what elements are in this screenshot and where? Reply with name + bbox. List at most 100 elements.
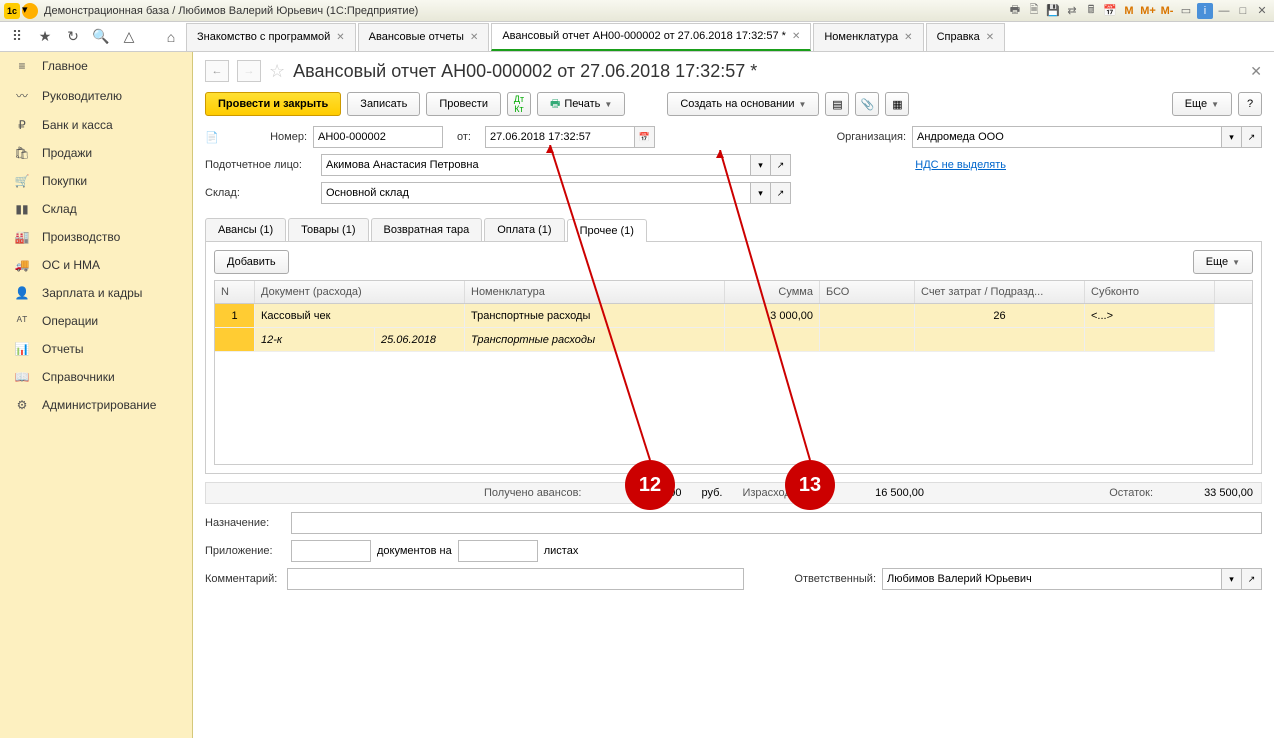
print-button[interactable]: 🖶Печать▼ <box>537 92 625 116</box>
calendar-button[interactable]: 📅 <box>635 126 655 148</box>
help-icon[interactable]: i <box>1197 3 1213 19</box>
write-button[interactable]: Записать <box>347 92 420 116</box>
dkt-icon[interactable]: ДтКт <box>507 92 531 116</box>
comment-field[interactable] <box>287 568 744 590</box>
star-icon[interactable]: ★ <box>32 25 58 49</box>
favorite-star-icon[interactable]: ☆ <box>269 61 285 82</box>
minimize-icon[interactable]: — <box>1216 3 1232 19</box>
list-icon[interactable]: ▦ <box>885 92 909 116</box>
apps-icon[interactable]: ⠿ <box>4 25 30 49</box>
save-icon[interactable]: 💾 <box>1045 3 1061 19</box>
org-field[interactable] <box>912 126 1222 148</box>
sidebar-item-salary[interactable]: 👤Зарплата и кадры <box>0 279 192 307</box>
home-icon[interactable]: ⌂ <box>158 25 184 49</box>
window-title: Демонстрационная база / Любимов Валерий … <box>44 5 1007 17</box>
forward-button[interactable]: → <box>237 60 261 82</box>
attach-docs-field[interactable] <box>291 540 371 562</box>
truck-icon: 🚚 <box>14 258 30 272</box>
back-button[interactable]: ← <box>205 60 229 82</box>
tab-current-doc[interactable]: Авансовый отчет АН00-000002 от 27.06.201… <box>491 23 811 51</box>
close-icon[interactable]: ✕ <box>336 32 344 43</box>
post-button[interactable]: Провести <box>426 92 501 116</box>
tab-advances[interactable]: Авансы (1) <box>205 218 286 241</box>
dropdown-button[interactable]: ▾ <box>751 182 771 204</box>
number-field[interactable] <box>313 126 443 148</box>
sidebar: ≡Главное 〰Руководителю ₽Банк и касса 🛍Пр… <box>0 52 193 738</box>
col-sum[interactable]: Сумма <box>725 281 820 303</box>
m-plus-btn[interactable]: M+ <box>1140 3 1156 19</box>
struct-icon[interactable]: ▤ <box>825 92 849 116</box>
tab-returnable[interactable]: Возвратная тара <box>371 218 483 241</box>
tab-reports[interactable]: Авансовые отчеты✕ <box>358 23 490 51</box>
grid-more-button[interactable]: Еще▼ <box>1193 250 1253 274</box>
open-button[interactable]: ↗ <box>771 182 791 204</box>
date-field[interactable] <box>485 126 635 148</box>
col-n[interactable]: N <box>215 281 255 303</box>
close-doc-button[interactable]: ✕ <box>1250 63 1262 80</box>
notify-icon[interactable]: ▭ <box>1178 3 1194 19</box>
expenses-grid: N Документ (расхода) Номенклатура Сумма … <box>214 280 1253 465</box>
col-sub[interactable]: Субконто <box>1085 281 1215 303</box>
tab-help[interactable]: Справка✕ <box>926 23 1006 51</box>
sidebar-item-admin[interactable]: ⚙Администрирование <box>0 391 192 419</box>
table-row[interactable]: 1 Кассовый чек Транспортные расходы 3 00… <box>215 304 1252 328</box>
dropdown-button[interactable]: ▾ <box>1222 568 1242 590</box>
sidebar-item-production[interactable]: 🏭Производство <box>0 223 192 251</box>
add-row-button[interactable]: Добавить <box>214 250 289 274</box>
attach-icon[interactable]: 📎 <box>855 92 879 116</box>
warehouse-field[interactable] <box>321 182 751 204</box>
close-icon[interactable]: ✕ <box>792 31 800 42</box>
notify-bell-icon[interactable]: △ <box>116 25 142 49</box>
open-button[interactable]: ↗ <box>1242 126 1262 148</box>
tab-intro[interactable]: Знакомство с программой✕ <box>186 23 356 51</box>
close-icon[interactable]: ✕ <box>904 32 912 43</box>
col-doc[interactable]: Документ (расхода) <box>255 281 465 303</box>
dropdown-button[interactable]: ▾ <box>751 154 771 176</box>
post-close-button[interactable]: Провести и закрыть <box>205 92 341 116</box>
open-button[interactable]: ↗ <box>771 154 791 176</box>
print-preview-icon[interactable]: 🗎 <box>1026 3 1042 19</box>
col-acct[interactable]: Счет затрат / Подразд... <box>915 281 1085 303</box>
sidebar-item-bank[interactable]: ₽Банк и касса <box>0 111 192 139</box>
dropdown-button[interactable]: ▾ <box>1222 126 1242 148</box>
m-minus-btn[interactable]: M- <box>1159 3 1175 19</box>
close-icon[interactable]: ✕ <box>1254 3 1270 19</box>
help-button[interactable]: ? <box>1238 92 1262 116</box>
printer-icon[interactable]: 🖶 <box>1007 3 1023 19</box>
purpose-field[interactable] <box>291 512 1262 534</box>
person-field[interactable] <box>321 154 751 176</box>
maximize-icon[interactable]: □ <box>1235 3 1251 19</box>
tab-payment[interactable]: Оплата (1) <box>484 218 564 241</box>
m-btn[interactable]: M <box>1121 3 1137 19</box>
calendar-icon[interactable]: 📅 <box>1102 3 1118 19</box>
close-icon[interactable]: ✕ <box>470 32 478 43</box>
app-menu-dropdown[interactable]: ▾ <box>22 3 38 19</box>
sidebar-item-purchases[interactable]: 🛒Покупки <box>0 167 192 195</box>
resp-field[interactable] <box>882 568 1222 590</box>
search-icon[interactable]: 🔍 <box>88 25 114 49</box>
totals-row: Получено авансов: 50 000,00 руб. Израсхо… <box>205 482 1262 504</box>
compare-icon[interactable]: ⇄ <box>1064 3 1080 19</box>
tab-goods[interactable]: Товары (1) <box>288 218 368 241</box>
sidebar-item-main[interactable]: ≡Главное <box>0 52 192 80</box>
sidebar-item-manager[interactable]: 〰Руководителю <box>0 80 192 111</box>
table-row[interactable]: 12-к 25.06.2018 Транспортные расходы <box>215 328 1252 352</box>
tab-nomenclature[interactable]: Номенклатура✕ <box>813 23 923 51</box>
history-icon[interactable]: ↻ <box>60 25 86 49</box>
open-button[interactable]: ↗ <box>1242 568 1262 590</box>
sidebar-item-assets[interactable]: 🚚ОС и НМА <box>0 251 192 279</box>
sidebar-item-operations[interactable]: ᴬᵀОперации <box>0 307 192 335</box>
sidebar-item-refs[interactable]: 📖Справочники <box>0 363 192 391</box>
col-nom[interactable]: Номенклатура <box>465 281 725 303</box>
sidebar-item-reports[interactable]: 📊Отчеты <box>0 335 192 363</box>
tab-other[interactable]: Прочее (1) <box>567 219 647 242</box>
sidebar-item-warehouse[interactable]: ▮▮Склад <box>0 195 192 223</box>
attach-sheets-field[interactable] <box>458 540 538 562</box>
calc-icon[interactable]: 🖩 <box>1083 3 1099 19</box>
create-based-button[interactable]: Создать на основании▼ <box>667 92 819 116</box>
col-bso[interactable]: БСО <box>820 281 915 303</box>
more-button[interactable]: Еще▼ <box>1172 92 1232 116</box>
close-icon[interactable]: ✕ <box>986 32 994 43</box>
vat-link[interactable]: НДС не выделять <box>915 159 1006 171</box>
sidebar-item-sales[interactable]: 🛍Продажи <box>0 139 192 167</box>
